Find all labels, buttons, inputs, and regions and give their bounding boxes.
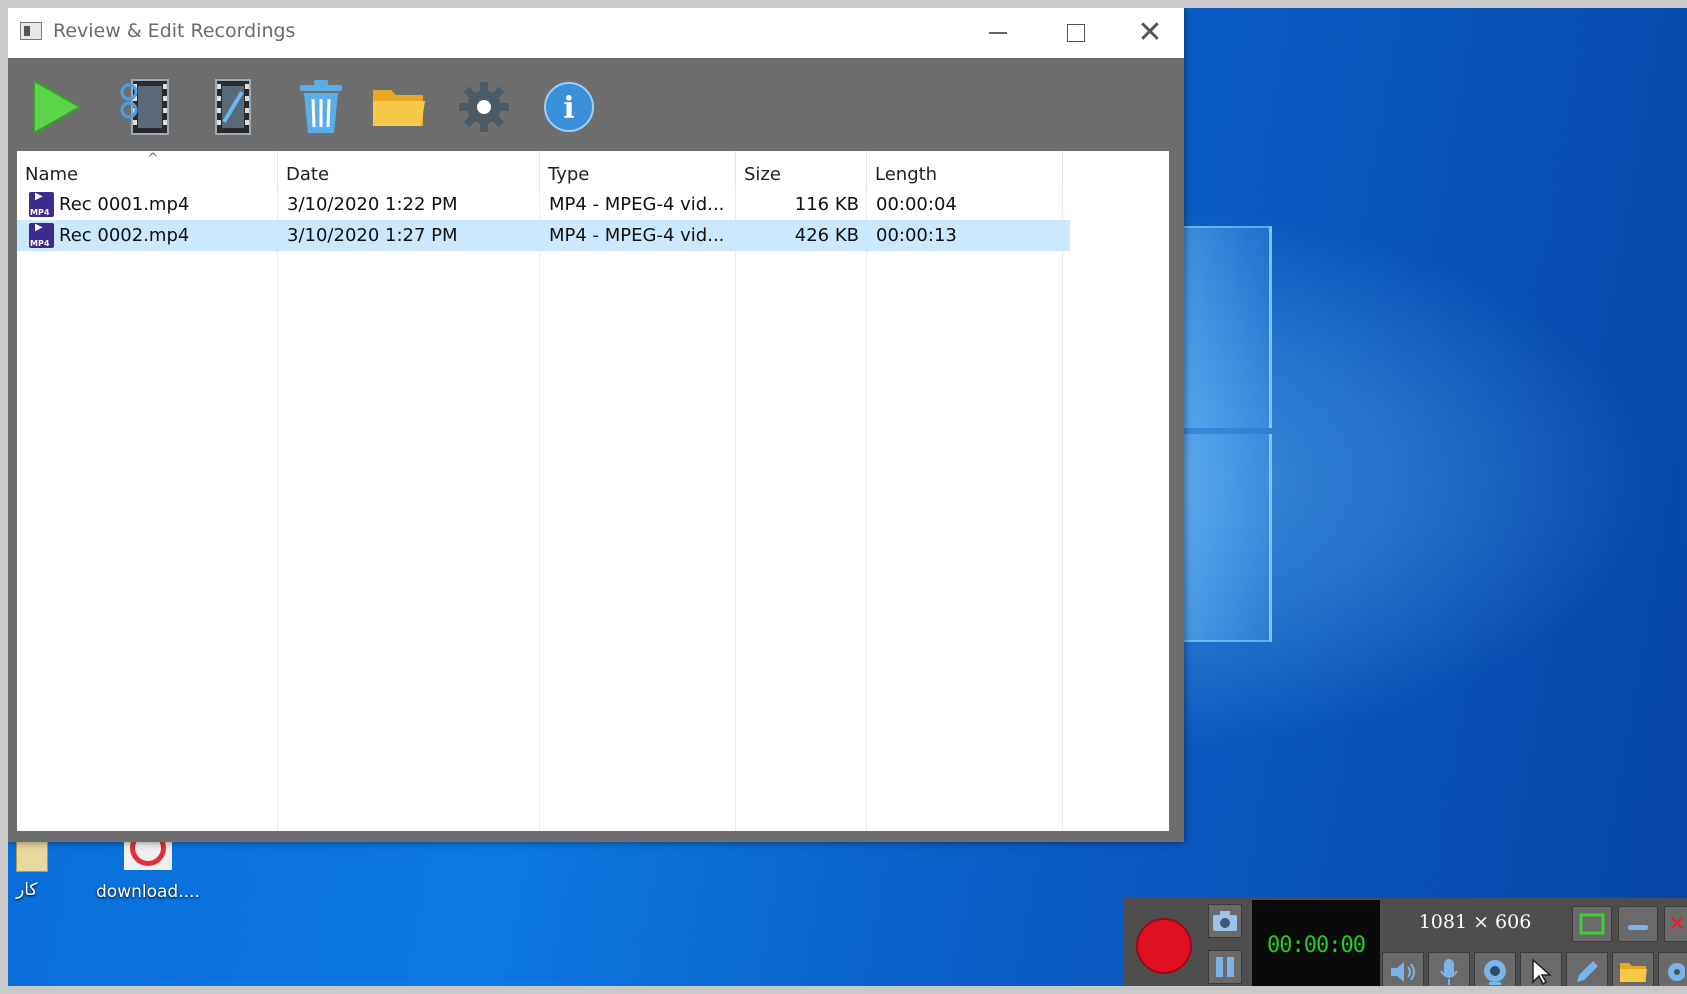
recordings-list[interactable]: ^ Name Date Type Size Length Rec 0001.mp… [17, 151, 1169, 831]
row-date: 3/10/2020 1:22 PM [287, 194, 458, 215]
recorder-toolbar: 00:00:00 1081 × 606 ✕ [1124, 898, 1687, 994]
close-icon: ✕ [1667, 911, 1687, 937]
camera-icon [1213, 911, 1237, 931]
maximize-button[interactable] [1040, 8, 1112, 58]
pencil-icon [1577, 961, 1598, 982]
column-header-date[interactable]: Date [278, 151, 540, 187]
cut-video-button[interactable] [120, 78, 178, 136]
draw-button[interactable] [1566, 952, 1608, 992]
table-row[interactable]: Rec 0002.mp4 3/10/2020 1:27 PM MP4 - MPE… [17, 220, 1070, 251]
speaker-button[interactable] [1382, 952, 1424, 992]
row-type: MP4 - MPEG-4 vid... [549, 225, 725, 246]
record-button[interactable] [1136, 918, 1192, 974]
gear-icon [459, 82, 509, 132]
row-length: 00:00:13 [876, 225, 957, 246]
info-button[interactable]: i [540, 78, 598, 136]
mp4-file-icon [29, 222, 54, 248]
gear-icon [1668, 963, 1685, 981]
microphone-icon [1440, 959, 1458, 985]
desktop-icon-download[interactable]: download.... [96, 830, 206, 908]
row-name: Rec 0001.mp4 [59, 194, 190, 215]
pause-button[interactable] [1208, 950, 1242, 984]
desktop-icon-kar[interactable]: کار [12, 838, 52, 908]
close-recorder-button[interactable]: ✕ [1664, 906, 1687, 942]
folder-icon [16, 838, 48, 872]
play-icon [33, 79, 83, 135]
row-length: 00:00:04 [876, 194, 957, 215]
screenshot-button[interactable] [1208, 904, 1242, 938]
window-title: Review & Edit Recordings [53, 20, 296, 42]
row-date: 3/10/2020 1:27 PM [287, 225, 458, 246]
row-size: 426 KB [794, 225, 859, 246]
minimize-icon [1628, 925, 1648, 930]
film-scissors-icon [120, 79, 169, 135]
row-name: Rec 0002.mp4 [59, 225, 190, 246]
trash-icon [300, 80, 342, 133]
cursor-button[interactable] [1520, 952, 1562, 992]
windows-logo [1183, 226, 1272, 642]
region-select-button[interactable] [1572, 906, 1612, 942]
pause-icon [1216, 957, 1234, 977]
mp4-file-icon [29, 191, 54, 217]
open-folder-button[interactable] [370, 78, 428, 136]
settings-button[interactable] [455, 78, 513, 136]
capture-dimensions: 1081 × 606 [1418, 911, 1532, 933]
info-icon: i [544, 82, 594, 132]
title-bar[interactable]: Review & Edit Recordings ✕ [8, 8, 1184, 58]
close-button[interactable]: ✕ [1114, 8, 1186, 58]
table-row[interactable]: Rec 0001.mp4 3/10/2020 1:22 PM MP4 - MPE… [17, 189, 1070, 220]
column-header-size[interactable]: Size [736, 151, 867, 187]
app-icon [20, 22, 42, 40]
webcam-button[interactable] [1474, 952, 1516, 992]
toolbar: i [8, 58, 1184, 158]
minimize-icon [989, 32, 1007, 34]
column-header-type[interactable]: Type [540, 151, 736, 187]
row-type: MP4 - MPEG-4 vid... [549, 194, 725, 215]
folder-icon [1620, 963, 1647, 982]
film-edit-icon [215, 79, 251, 135]
column-header-length[interactable]: Length [867, 151, 1063, 187]
microphone-button[interactable] [1428, 952, 1470, 992]
folder-icon [373, 90, 425, 126]
cursor-icon [1532, 958, 1552, 986]
play-button[interactable] [28, 78, 86, 136]
minimize-recorder-button[interactable] [1618, 906, 1658, 942]
column-header-name[interactable]: Name [17, 151, 278, 187]
desktop-icon-label: download.... [96, 882, 200, 902]
minimize-button[interactable] [962, 8, 1034, 58]
edit-video-button[interactable] [204, 78, 262, 136]
recorder-settings-button[interactable] [1658, 952, 1687, 992]
rectangle-region-icon [1579, 913, 1605, 935]
open-folder-recorder-button[interactable] [1612, 952, 1654, 992]
webcam-icon [1484, 960, 1506, 985]
speaker-icon [1391, 962, 1415, 982]
recording-timer: 00:00:00 [1252, 900, 1380, 990]
delete-button[interactable] [292, 78, 350, 136]
close-icon: ✕ [1137, 15, 1163, 50]
svg-text:i: i [563, 91, 574, 126]
list-header: Name Date Type Size Length [17, 151, 1169, 187]
maximize-icon [1067, 24, 1085, 42]
row-size: 116 KB [794, 194, 859, 215]
desktop-icon-label: کار [16, 880, 38, 900]
review-edit-window: Review & Edit Recordings ✕ i ^ Name Date… [8, 8, 1184, 842]
